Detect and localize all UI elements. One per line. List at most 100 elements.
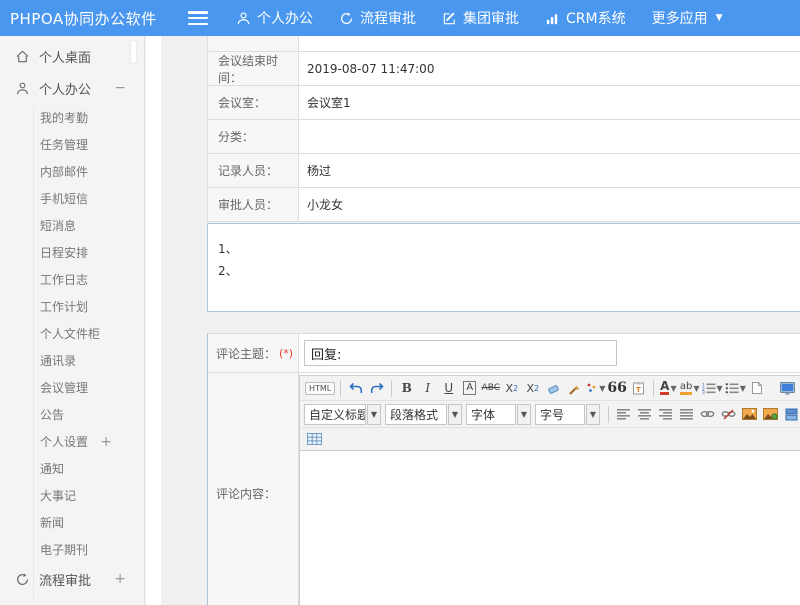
meeting-detail-table: 会议结束时间： 2019-08-07 11:47:00 会议室： 会议室1 分类… bbox=[207, 36, 800, 222]
caret-down-icon[interactable]: ▼ bbox=[448, 404, 462, 425]
subscript-button[interactable]: X2 bbox=[523, 379, 542, 398]
nav-more-apps[interactable]: 更多应用 ▼ bbox=[652, 8, 723, 28]
sidebar-item-my-attendance[interactable]: 我的考勤 bbox=[0, 104, 144, 131]
ordered-list-button[interactable]: 123 ▼ bbox=[702, 379, 723, 398]
align-right-icon[interactable] bbox=[656, 405, 675, 424]
sidebar-item-announcement[interactable]: 公告 bbox=[0, 401, 144, 428]
sidebar-item-work-log[interactable]: 工作日志 bbox=[0, 266, 144, 293]
font-size-select[interactable]: 字号 ▼ bbox=[535, 404, 600, 425]
sidebar-item-label: 我的考勤 bbox=[40, 109, 88, 126]
quick-format-icon[interactable]: ▼ bbox=[586, 379, 605, 398]
nav-label: 更多应用 bbox=[652, 8, 708, 28]
sidebar-item-personal-office[interactable]: 个人办公 − bbox=[0, 72, 144, 104]
hamburger-icon[interactable] bbox=[188, 11, 208, 25]
sidebar-item-label: 工作计划 bbox=[40, 298, 88, 315]
link-icon[interactable] bbox=[698, 405, 717, 424]
strikethrough-button[interactable]: ABC bbox=[481, 379, 500, 398]
eraser-icon[interactable] bbox=[544, 379, 563, 398]
sidebar-item-short-message[interactable]: 短消息 bbox=[0, 212, 144, 239]
svg-text:T: T bbox=[636, 386, 641, 394]
paragraph-format-select[interactable]: 段落格式 ▼ bbox=[385, 404, 462, 425]
sidebar-scrollbar-thumb[interactable] bbox=[130, 40, 137, 64]
nav-label: 集团审批 bbox=[463, 8, 519, 28]
unordered-list-button[interactable]: ▼ bbox=[725, 379, 746, 398]
new-page-icon[interactable] bbox=[748, 379, 767, 398]
sidebar-item-contacts[interactable]: 通讯录 bbox=[0, 347, 144, 374]
sidebar-item-news[interactable]: 新闻 bbox=[0, 509, 144, 536]
align-left-icon[interactable] bbox=[614, 405, 633, 424]
sidebar-item-schedule[interactable]: 日程安排 bbox=[0, 239, 144, 266]
editor-toolbar-row2: 自定义标题 ▼ 段落格式 ▼ 字体 ▼ 字号 ▼ bbox=[300, 401, 800, 428]
sidebar-item-mobile-sms[interactable]: 手机短信 bbox=[0, 185, 144, 212]
underline-button[interactable]: U bbox=[439, 379, 458, 398]
form-label-cell bbox=[208, 36, 299, 51]
format-brush-icon[interactable] bbox=[565, 379, 584, 398]
sidebar-item-meeting-management[interactable]: 会议管理 bbox=[0, 374, 144, 401]
user-icon bbox=[236, 11, 251, 26]
superscript-button[interactable]: X2 bbox=[502, 379, 521, 398]
sidebar-item-work-plan[interactable]: 工作计划 bbox=[0, 293, 144, 320]
italic-button[interactable]: I bbox=[418, 379, 437, 398]
comment-form-table: 评论主题： (*) 评论内容： HTML bbox=[207, 333, 800, 605]
form-label: 会议结束时间： bbox=[208, 52, 299, 85]
undo-icon[interactable] bbox=[346, 379, 365, 398]
collapse-icon[interactable]: − bbox=[114, 80, 126, 96]
caret-down-icon[interactable]: ▼ bbox=[367, 404, 381, 425]
form-value: 小龙女 bbox=[299, 188, 800, 221]
caret-down-icon[interactable]: ▼ bbox=[586, 404, 600, 425]
nav-label: 个人办公 bbox=[257, 8, 313, 28]
editor-toolbar-row3 bbox=[300, 428, 800, 451]
html-source-button[interactable]: HTML bbox=[305, 379, 335, 398]
sidebar-item-personal-desktop[interactable]: 个人桌面 bbox=[0, 40, 144, 72]
unlink-icon[interactable] bbox=[719, 405, 738, 424]
nav-group-approval[interactable]: 集团审批 bbox=[442, 8, 519, 28]
scrollbar-track[interactable] bbox=[146, 36, 161, 605]
sidebar-item-label: 通讯录 bbox=[40, 352, 76, 369]
comment-subject-input[interactable] bbox=[304, 340, 617, 366]
nav-workflow-approval[interactable]: 流程审批 bbox=[339, 8, 416, 28]
sidebar-item-internal-mail[interactable]: 内部邮件 bbox=[0, 158, 144, 185]
sidebar-item-label: 流程审批 bbox=[39, 570, 91, 589]
flow-refresh-icon bbox=[14, 571, 30, 587]
heading-select[interactable]: 自定义标题 ▼ bbox=[304, 404, 381, 425]
font-name-button[interactable]: A bbox=[460, 379, 479, 398]
sidebar: 个人桌面 个人办公 − 我的考勤 任务管理 内部邮件 手机短信 短消息 日程安排… bbox=[0, 36, 145, 605]
bold-button[interactable]: B bbox=[397, 379, 416, 398]
sidebar-item-workflow-approval[interactable]: 流程审批 + bbox=[0, 563, 144, 595]
sidebar-item-label: 日程安排 bbox=[40, 244, 88, 261]
expand-icon[interactable]: + bbox=[100, 434, 112, 450]
sidebar-item-label: 个人桌面 bbox=[39, 47, 91, 66]
caret-down-icon: ▼ bbox=[693, 384, 699, 393]
fullscreen-icon[interactable] bbox=[778, 379, 797, 398]
align-center-icon[interactable] bbox=[635, 405, 654, 424]
editor-content-area[interactable] bbox=[300, 451, 800, 605]
table-icon[interactable] bbox=[305, 430, 324, 449]
embed-image-icon[interactable] bbox=[761, 405, 780, 424]
svg-text:3: 3 bbox=[702, 390, 705, 394]
caret-down-icon[interactable]: ▼ bbox=[517, 404, 531, 425]
table-row-recorder: 记录人员： 杨过 bbox=[208, 154, 800, 188]
nav-personal-office[interactable]: 个人办公 bbox=[236, 8, 313, 28]
font-family-select[interactable]: 字体 ▼ bbox=[466, 404, 531, 425]
highlight-color-button[interactable]: ab▼ bbox=[680, 379, 700, 398]
sidebar-item-task-management[interactable]: 任务管理 bbox=[0, 131, 144, 158]
sidebar-item-notice[interactable]: 通知 bbox=[0, 455, 144, 482]
sidebar-item-personal-settings[interactable]: 个人设置 + bbox=[0, 428, 144, 455]
sidebar-item-major-events[interactable]: 大事记 bbox=[0, 482, 144, 509]
expand-icon[interactable]: + bbox=[114, 571, 126, 587]
align-justify-icon[interactable] bbox=[677, 405, 696, 424]
sidebar-item-e-journal[interactable]: 电子期刊 bbox=[0, 536, 144, 563]
redo-icon[interactable] bbox=[367, 379, 386, 398]
flow-refresh-icon bbox=[339, 11, 354, 26]
nav-crm-system[interactable]: CRM系统 bbox=[545, 8, 626, 28]
form-value: 2019-08-07 11:47:00 bbox=[299, 52, 800, 85]
paste-plain-icon[interactable]: T bbox=[629, 379, 648, 398]
blockquote-button[interactable]: 66 bbox=[607, 379, 626, 398]
media-icon[interactable] bbox=[782, 405, 800, 424]
sidebar-item-label: 工作日志 bbox=[40, 271, 88, 288]
font-color-button[interactable]: A▼ bbox=[659, 379, 678, 398]
sidebar-item-personal-files[interactable]: 个人文件柜 bbox=[0, 320, 144, 347]
image-icon[interactable] bbox=[740, 405, 759, 424]
required-mark: (*) bbox=[279, 347, 293, 360]
form-value-cell bbox=[299, 36, 800, 51]
